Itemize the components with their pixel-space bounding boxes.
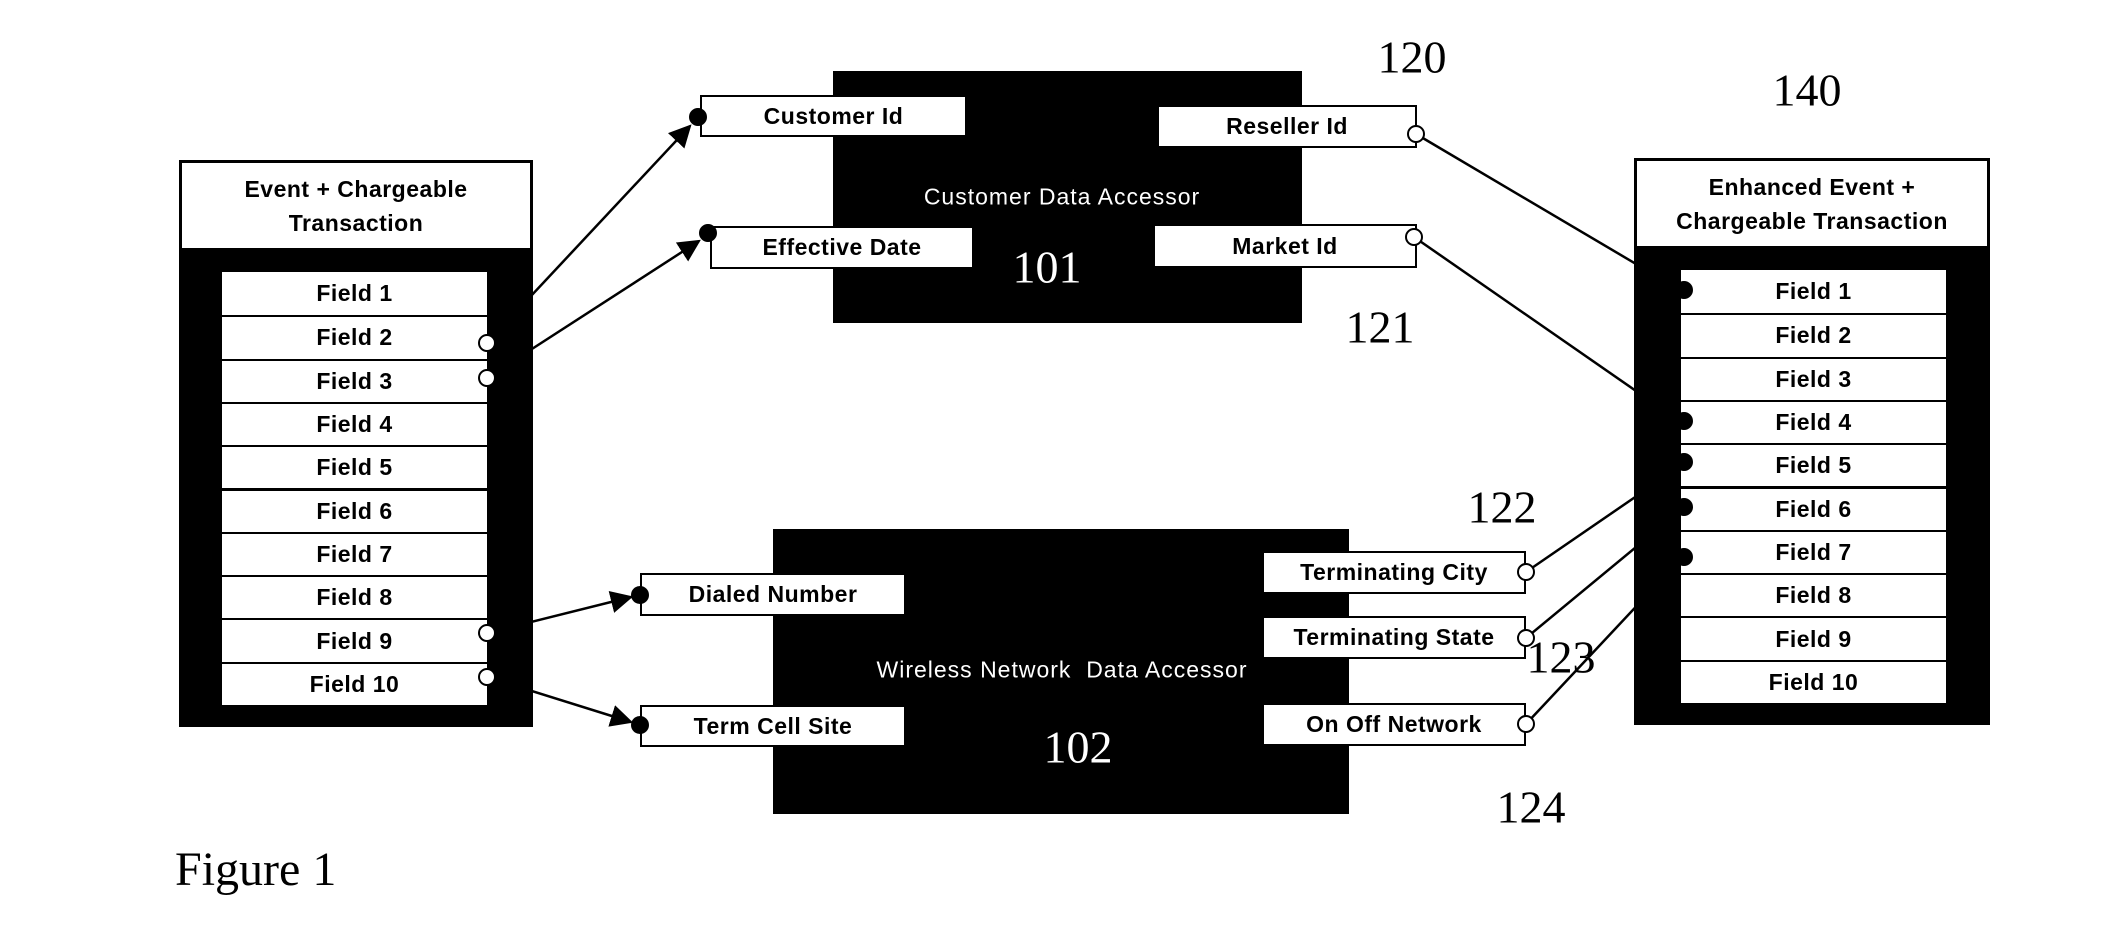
input-connector-icon <box>1675 412 1693 430</box>
input-connector-icon <box>689 108 707 126</box>
input-connector-icon <box>1675 548 1693 566</box>
output-connector-icon <box>1517 629 1535 647</box>
input-connector-icon <box>1675 498 1693 516</box>
wire-field2-to-customer-id <box>486 124 692 344</box>
output-connector-icon <box>478 624 496 642</box>
wire-terminating-city-to-field5 <box>1525 467 1678 574</box>
input-connector-icon <box>631 716 649 734</box>
wire-terminating-state-to-field6 <box>1525 512 1678 639</box>
input-connector-icon <box>1675 281 1693 299</box>
connector-layer <box>478 108 1693 734</box>
output-connector-icon <box>1405 228 1423 246</box>
output-connector-icon <box>478 369 496 387</box>
output-connector-icon <box>1517 563 1535 581</box>
output-connector-icon <box>478 334 496 352</box>
input-connector-icon <box>699 224 717 242</box>
output-connector-icon <box>1517 715 1535 733</box>
wire-field9-to-dialed-number <box>486 590 634 635</box>
wire-on-off-network-to-field7 <box>1525 562 1678 725</box>
input-connector-icon <box>631 586 649 604</box>
output-connector-icon <box>1407 125 1425 143</box>
input-connector-icon <box>1675 453 1693 471</box>
wire-field10-to-term-cell-site <box>486 675 634 727</box>
output-connector-icon <box>478 668 496 686</box>
